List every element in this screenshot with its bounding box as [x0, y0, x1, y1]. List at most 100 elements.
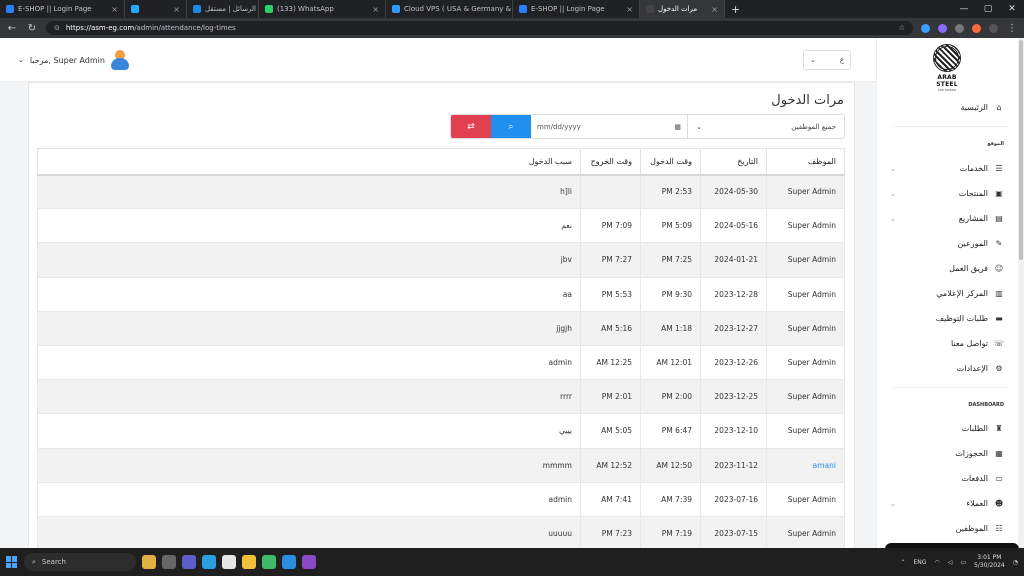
teams-icon[interactable] [182, 555, 196, 569]
sidebar-item-bookings[interactable]: ▦ الحجوزات [884, 449, 1004, 458]
brand-logo[interactable]: ARAB STEEL FOR MINING [927, 44, 967, 92]
column-header[interactable]: الموظف [766, 148, 845, 176]
user-menu[interactable]: ⌄ مرحبا, Super Admin [18, 50, 129, 70]
edge-icon[interactable] [202, 555, 216, 569]
section-header: DASHBOARD [968, 402, 1004, 408]
task-view-icon[interactable] [162, 555, 176, 569]
browser-tab[interactable]: E-SHOP || Login Page × [513, 0, 640, 18]
chevron-down-icon: ⌄ [696, 122, 702, 131]
table-cell: 1:18 AM [640, 310, 701, 346]
column-header[interactable]: وقت الخروج [580, 148, 641, 176]
sidebar-item-settings[interactable]: ⚙ الإعدادات [884, 364, 1004, 373]
close-icon[interactable]: ✕ [1000, 4, 1024, 14]
table-row: Super Admin 2024-05-16 5:09 PM 7:09 PM نعم [37, 208, 845, 244]
logo-mark-icon [933, 44, 961, 72]
sidebar-item-label: الطلبات [961, 424, 988, 433]
sidebar-item-box[interactable]: ▣ المنتجات ⌄ [884, 189, 1004, 198]
table-cell: 2:00 PM [640, 379, 701, 415]
visual-studio-icon[interactable] [302, 555, 316, 569]
tab-close-icon[interactable]: × [711, 5, 718, 14]
sidebar-item-media[interactable]: ▥ المركز الإعلامي [884, 289, 1004, 298]
star-icon[interactable]: ☆ [899, 24, 905, 32]
browser-tab[interactable]: × [125, 0, 187, 18]
sidebar-item-jobs[interactable]: ▬ طلبات التوظيف [884, 314, 1004, 323]
clock-time: 3:01 PM [977, 554, 1002, 561]
table-cell: Super Admin [766, 413, 845, 449]
vscode-icon[interactable] [282, 555, 296, 569]
profile-icon[interactable] [989, 23, 998, 33]
sidebar-item-list[interactable]: ☰ الخدمات ⌄ [884, 164, 1004, 173]
menu-icon[interactable]: ⋮ [1006, 23, 1018, 34]
extension-icon[interactable] [955, 23, 964, 33]
sidebar-item-team[interactable]: ☺ فريق العمل [884, 264, 1004, 273]
new-tab-icon[interactable]: + [725, 3, 746, 16]
store-icon[interactable] [222, 555, 236, 569]
employee-select[interactable]: ⌄ جميع الموظفين [688, 115, 844, 138]
sidebar-item-orders[interactable]: ♜ الطلبات [884, 424, 1004, 433]
sidebar-item-feather[interactable]: ✎ الموزعين [884, 239, 1004, 248]
extension-icon[interactable] [938, 23, 947, 33]
reset-button[interactable]: ⇄ [451, 115, 491, 138]
clock[interactable]: 3:01 PM 5/30/2024 [974, 554, 1005, 570]
sidebar-item-clients[interactable]: ☻ العملاء ⌄ [884, 499, 1004, 508]
app-icon[interactable] [142, 555, 156, 569]
taskbar-search[interactable]: ⌕ Search [24, 553, 136, 571]
column-header[interactable]: التاريخ [700, 148, 767, 176]
language-select[interactable]: ⌄ ع [803, 50, 851, 70]
calendar-icon[interactable]: ▦ [674, 123, 681, 131]
sidebar-item-home[interactable]: ⌂ الرئيسية [884, 103, 1004, 112]
column-header[interactable]: وقت الدخول [640, 148, 701, 176]
tab-close-icon[interactable]: × [173, 5, 180, 14]
reload-icon[interactable]: ↻ [26, 23, 38, 34]
table-cell: 2023-07-16 [700, 481, 767, 517]
table-cell: 7:09 PM [580, 208, 641, 244]
tab-close-icon[interactable]: × [111, 5, 118, 14]
site-info-icon[interactable]: ⊙ [54, 24, 60, 32]
extension-icon[interactable] [921, 23, 930, 33]
sidebar-scrollbar[interactable] [1018, 38, 1024, 548]
tray-language[interactable]: ENG [914, 559, 927, 566]
url-path: /admin/attendance/log-times [134, 24, 236, 32]
browser-tab[interactable]: الرسائل | مستقل× [187, 0, 259, 18]
sidebar-item-label: العملاء [966, 499, 988, 508]
battery-icon[interactable]: ▭ [960, 559, 966, 566]
address-bar[interactable]: ⊙ https://asm-eg.com/admin/attendance/lo… [46, 21, 913, 35]
volume-icon[interactable]: ◁ [948, 559, 953, 566]
date-input[interactable]: mm/dd/yyyy ▦ [531, 115, 688, 138]
sidebar-item-phone[interactable]: ☏ تواصل معنا [884, 339, 1004, 348]
tab-favicon-icon [265, 5, 273, 13]
notification-icon[interactable]: ◔ [1013, 559, 1018, 566]
browser-tab[interactable]: E-SHOP || Login Page × [0, 0, 125, 18]
browser-tab[interactable]: مرات الدخول × [640, 0, 725, 18]
extension-icon[interactable] [972, 23, 981, 33]
page: ⌄ مرحبا, Super Admin ⌄ ع مرات الدخول ⇄ ⌕… [0, 38, 1024, 548]
tab-close-icon[interactable]: × [626, 5, 633, 14]
sidebar-item-projects[interactable]: ▤ المشاريع ⌄ [884, 214, 1004, 223]
windows-start-icon[interactable] [6, 556, 18, 568]
sidebar-item-label: الموظفين [955, 524, 988, 533]
column-header[interactable]: سبب الدخول [37, 148, 581, 176]
browser-tab[interactable]: (133) WhatsApp × [259, 0, 386, 18]
minimize-icon[interactable]: — [952, 4, 976, 14]
taskbar-search-label: Search [41, 558, 66, 566]
table-cell: 7:19 PM [640, 515, 701, 548]
chevron-up-icon[interactable]: ⌃ [900, 559, 905, 566]
table-cell: 2023-12-26 [700, 344, 767, 381]
sidebar-item-label: المركز الإعلامي [936, 289, 988, 298]
sidebar-item-label: الدفعات [961, 474, 988, 483]
sidebar-item-payments[interactable]: ▭ الدفعات [884, 474, 1004, 483]
wifi-icon[interactable]: ◠ [934, 559, 939, 566]
table-cell[interactable]: amani [766, 447, 845, 483]
table-cell: admin [37, 481, 581, 517]
search-button[interactable]: ⌕ [491, 115, 531, 138]
table-cell: Super Admin [766, 242, 845, 278]
sidebar-item-employees[interactable]: ☷ الموظفين [884, 524, 1004, 533]
table-cell: admin [37, 344, 581, 381]
file-explorer-icon[interactable] [242, 555, 256, 569]
chevron-down-icon: ⌄ [18, 56, 24, 64]
maximize-icon[interactable]: ▢ [976, 4, 1000, 14]
tab-close-icon[interactable]: × [372, 5, 379, 14]
pycharm-icon[interactable] [262, 555, 276, 569]
back-icon[interactable]: ← [6, 23, 18, 34]
browser-tab[interactable]: Cloud VPS ( USA & Germany & I× [386, 0, 513, 18]
